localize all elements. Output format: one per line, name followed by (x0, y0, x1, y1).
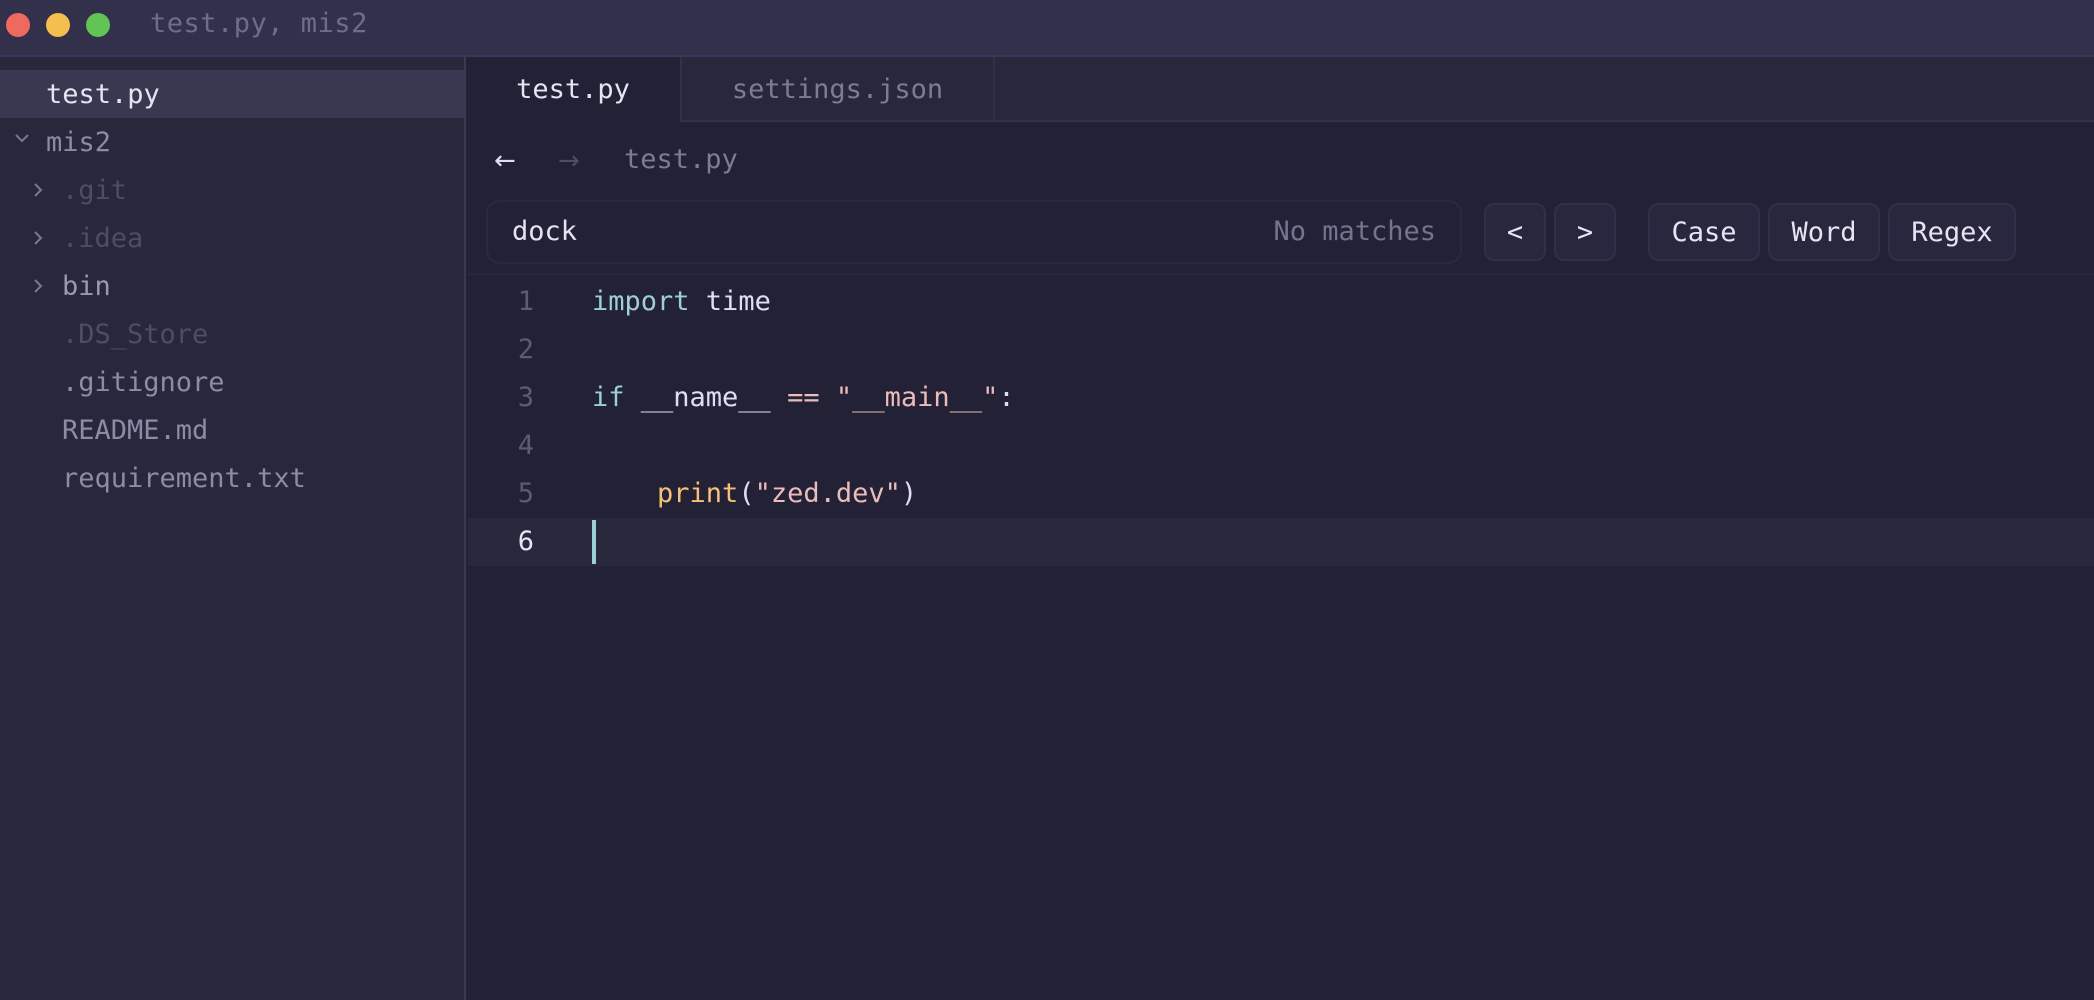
tree-root-label: mis2 (46, 126, 112, 158)
code-token-func: print (657, 478, 739, 509)
line-number: 4 (517, 430, 534, 461)
tree-item-label: README.md (62, 414, 209, 446)
tree-item-label: .DS_Store (62, 318, 209, 350)
arrow-right-icon[interactable]: → (558, 146, 580, 176)
arrow-left-icon[interactable]: ← (494, 146, 516, 176)
line-content: print("zed.dev") (592, 478, 917, 509)
case-label: Case (1671, 216, 1737, 248)
line-content: if __name__ == "__main__": (592, 382, 1015, 413)
chevron-right-icon: > (1576, 216, 1594, 248)
whole-word-toggle[interactable]: Word (1768, 203, 1880, 261)
tree-item-label: .gitignore (62, 366, 225, 398)
title-bar: test.py, mis2 (0, 0, 2094, 57)
code-token-plain: __name__ (624, 382, 788, 413)
tree-root-mis2[interactable]: mis2 (0, 118, 464, 166)
tab-test-py[interactable]: test.py (466, 57, 682, 124)
code-line[interactable]: 3 if __name__ == "__main__": (468, 374, 2094, 422)
chevron-right-icon[interactable] (28, 180, 48, 200)
line-number: 2 (517, 334, 534, 365)
tab-bar: test.py settings.json (466, 57, 2094, 124)
chevron-down-icon[interactable] (12, 128, 32, 148)
chevron-right-icon[interactable] (28, 276, 48, 296)
current-code-line[interactable]: 6 (468, 518, 2094, 566)
code-token-plain: ( (738, 478, 755, 509)
tree-item-label: .idea (62, 222, 144, 254)
tree-item-idea[interactable]: .idea (0, 214, 464, 262)
line-number: 1 (517, 286, 534, 317)
code-token-plain: ) (900, 478, 918, 509)
regex-toggle[interactable]: Regex (1888, 203, 2016, 261)
search-query[interactable]: dock (512, 216, 577, 247)
editor-pane: ← → test.py dock No matches < > Case Wor… (468, 122, 2094, 1000)
case-sensitive-toggle[interactable]: Case (1648, 203, 1760, 261)
code-line[interactable]: 2 (468, 326, 2094, 374)
tree-item-label: bin (62, 270, 111, 302)
code-token-plain: : (998, 382, 1015, 413)
chevron-right-icon[interactable] (28, 228, 48, 248)
code-line[interactable]: 1 import time (468, 278, 2094, 326)
tree-item-gitignore[interactable]: .gitignore (0, 358, 464, 406)
line-content: import time (592, 286, 771, 317)
editor-toolbar: ← → test.py (468, 140, 2094, 188)
tree-item-git[interactable]: .git (0, 166, 464, 214)
next-match-button[interactable]: > (1554, 203, 1616, 261)
text-cursor (592, 520, 596, 564)
tab-label: test.py (516, 74, 630, 105)
line-number: 5 (517, 478, 534, 509)
tab-settings-json[interactable]: settings.json (682, 57, 995, 122)
line-number: 6 (517, 526, 534, 557)
code-line[interactable]: 4 (468, 422, 2094, 470)
search-match-status: No matches (1273, 216, 1436, 247)
tree-item-label: requirement.txt (62, 462, 306, 494)
tree-item-requirement[interactable]: requirement.txt (0, 454, 464, 502)
chevron-left-icon: < (1506, 216, 1524, 248)
open-file-item[interactable]: test.py (0, 70, 464, 118)
code-token-string: "zed.dev" (754, 478, 901, 509)
code-token-plain: time (689, 286, 771, 317)
code-token-op: == (787, 382, 820, 413)
open-file-label: test.py (46, 78, 160, 110)
code-token-string: "__main__" (835, 382, 999, 413)
code-line[interactable]: 5 print("zed.dev") (468, 470, 2094, 518)
code-token-keyword: import (592, 286, 690, 317)
close-window-button[interactable] (6, 13, 30, 37)
code-token-keyword: if (592, 382, 625, 413)
window-title: test.py, mis2 (150, 8, 368, 39)
tree-item-bin[interactable]: bin (0, 262, 464, 310)
line-number: 3 (517, 382, 534, 413)
regex-label: Regex (1911, 216, 1993, 248)
maximize-window-button[interactable] (86, 13, 110, 37)
minimize-window-button[interactable] (46, 13, 70, 37)
word-label: Word (1791, 216, 1857, 248)
project-panel: test.py mis2 .git .idea bin .DS_Store .g… (0, 57, 466, 1000)
tree-item-ds-store[interactable]: .DS_Store (0, 310, 464, 358)
breadcrumb[interactable]: test.py (624, 144, 738, 175)
tab-label: settings.json (731, 74, 944, 105)
tree-item-readme[interactable]: README.md (0, 406, 464, 454)
search-input[interactable]: dock No matches (486, 200, 1462, 264)
buffer-search-bar: dock No matches < > Case Word Regex (468, 200, 2094, 275)
previous-match-button[interactable]: < (1484, 203, 1546, 261)
tree-item-label: .git (62, 174, 128, 206)
